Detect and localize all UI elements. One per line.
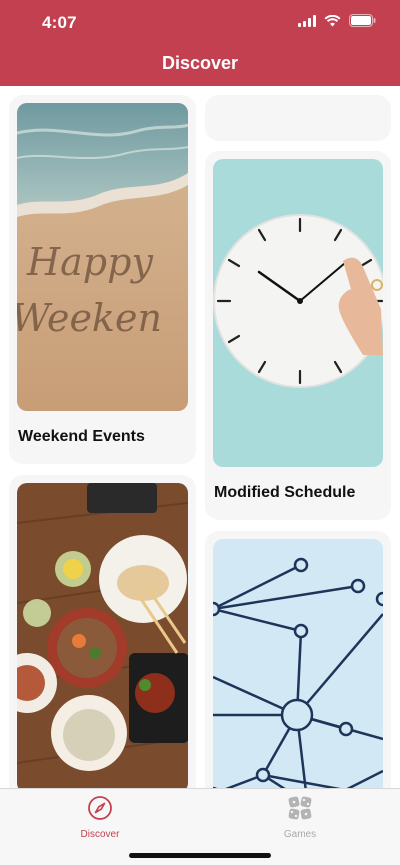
card-partial[interactable] <box>205 95 391 141</box>
network-graph-illustration <box>213 539 383 788</box>
tab-label: Discover <box>80 829 120 840</box>
happy-weekend-beach-photo: Happy Weeken <box>17 103 188 411</box>
cellular-signal-icon <box>298 14 316 32</box>
card-network[interactable] <box>205 531 391 788</box>
tab-games[interactable]: Games <box>250 795 350 840</box>
svg-text:Weeken: Weeken <box>17 296 162 340</box>
tab-discover[interactable]: Discover <box>50 795 150 840</box>
discover-feed[interactable]: Happy Weeken Weekend Events Modified Sch… <box>0 86 400 788</box>
status-time: 4:07 <box>42 13 77 32</box>
app-header: 4:07 Discover <box>0 0 400 86</box>
card-title: Modified Schedule <box>214 484 356 501</box>
wifi-icon <box>324 14 341 32</box>
card-food[interactable] <box>9 475 196 788</box>
card-title: Weekend Events <box>18 428 145 445</box>
home-indicator <box>129 853 271 858</box>
battery-icon <box>349 14 376 32</box>
card-weekend-events[interactable]: Happy Weeken Weekend Events <box>9 95 196 464</box>
food-table-photo <box>17 483 188 788</box>
page-title: Discover <box>161 53 239 73</box>
svg-text:Happy: Happy <box>26 240 153 284</box>
card-modified-schedule[interactable]: Modified Schedule <box>205 151 391 520</box>
tab-label: Games <box>283 829 317 840</box>
status-icons <box>298 14 376 32</box>
dice-icon <box>287 796 313 825</box>
wall-clock-photo <box>213 159 383 467</box>
compass-icon <box>87 796 113 825</box>
